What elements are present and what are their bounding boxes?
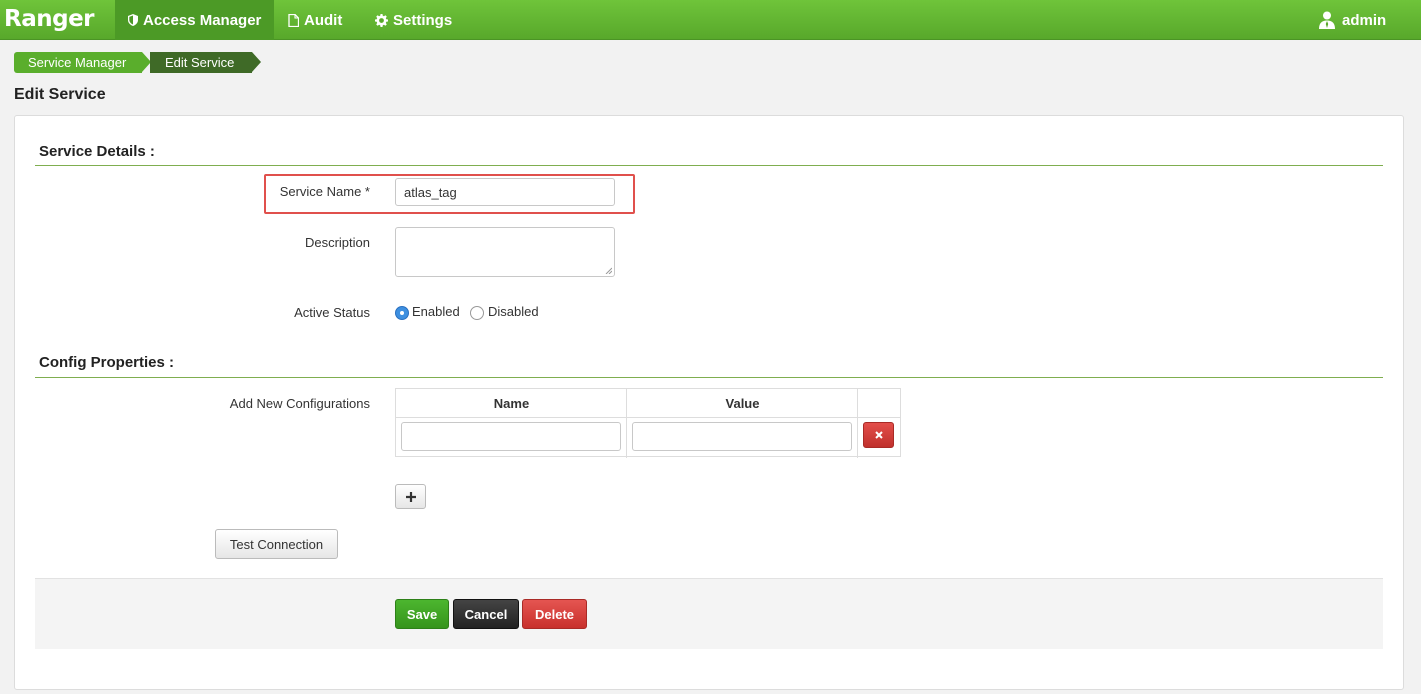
nav-access-manager[interactable]: Access Manager [115, 0, 274, 40]
form-actions-bar [35, 578, 1383, 649]
nav-settings-label: Settings [393, 11, 453, 29]
file-icon [288, 13, 299, 27]
config-value-input[interactable] [632, 422, 852, 451]
gear-icon [375, 13, 388, 27]
close-icon [874, 431, 883, 439]
service-name-input[interactable] [395, 178, 615, 206]
user-menu[interactable]: admin [1319, 0, 1386, 40]
disabled-radio[interactable] [470, 306, 484, 320]
section-divider [35, 165, 1383, 166]
config-name-input[interactable] [401, 422, 621, 451]
delete-button[interactable]: Delete [522, 599, 587, 629]
enabled-radio-label[interactable]: Enabled [412, 304, 460, 319]
breadcrumb-arrow [252, 52, 261, 72]
column-header-name: Name [396, 389, 627, 418]
section-divider [35, 377, 1383, 378]
user-name: admin [1342, 11, 1387, 29]
column-divider [857, 389, 858, 458]
column-header-value: Value [627, 389, 858, 418]
add-config-button[interactable] [395, 484, 426, 509]
save-button[interactable]: Save [395, 599, 449, 629]
user-icon [1319, 11, 1335, 29]
nav-settings[interactable]: Settings [375, 0, 452, 40]
config-table: Name Value [395, 388, 901, 458]
nav-audit[interactable]: Audit [288, 0, 342, 40]
description-textarea[interactable] [395, 227, 615, 277]
plus-icon [405, 491, 416, 502]
service-details-heading: Service Details : [39, 143, 155, 160]
top-navbar: Ranger Access Manager Audit Settings adm… [0, 0, 1421, 40]
brand-logo[interactable]: Ranger [4, 4, 95, 34]
column-header-actions [858, 389, 900, 418]
breadcrumb-service-manager[interactable]: Service Manager [14, 52, 142, 73]
active-status-label: Active Status [294, 305, 370, 320]
page-title: Edit Service [14, 86, 106, 103]
add-new-configurations-label: Add New Configurations [229, 396, 370, 411]
disabled-radio-label[interactable]: Disabled [488, 304, 539, 319]
nav-audit-label: Audit [304, 11, 343, 29]
enabled-radio[interactable] [395, 306, 409, 320]
service-name-label: Service Name * [279, 184, 370, 199]
column-divider [626, 389, 627, 458]
resize-handle-icon [605, 267, 612, 274]
description-label: Description [304, 235, 370, 250]
shield-icon [128, 14, 138, 26]
cancel-button[interactable]: Cancel [453, 599, 519, 629]
test-connection-button[interactable]: Test Connection [215, 529, 338, 559]
config-properties-heading: Config Properties : [39, 354, 175, 371]
breadcrumb-edit-service: Edit Service [150, 52, 252, 73]
nav-access-manager-label: Access Manager [143, 11, 262, 29]
remove-config-button[interactable] [863, 422, 894, 448]
